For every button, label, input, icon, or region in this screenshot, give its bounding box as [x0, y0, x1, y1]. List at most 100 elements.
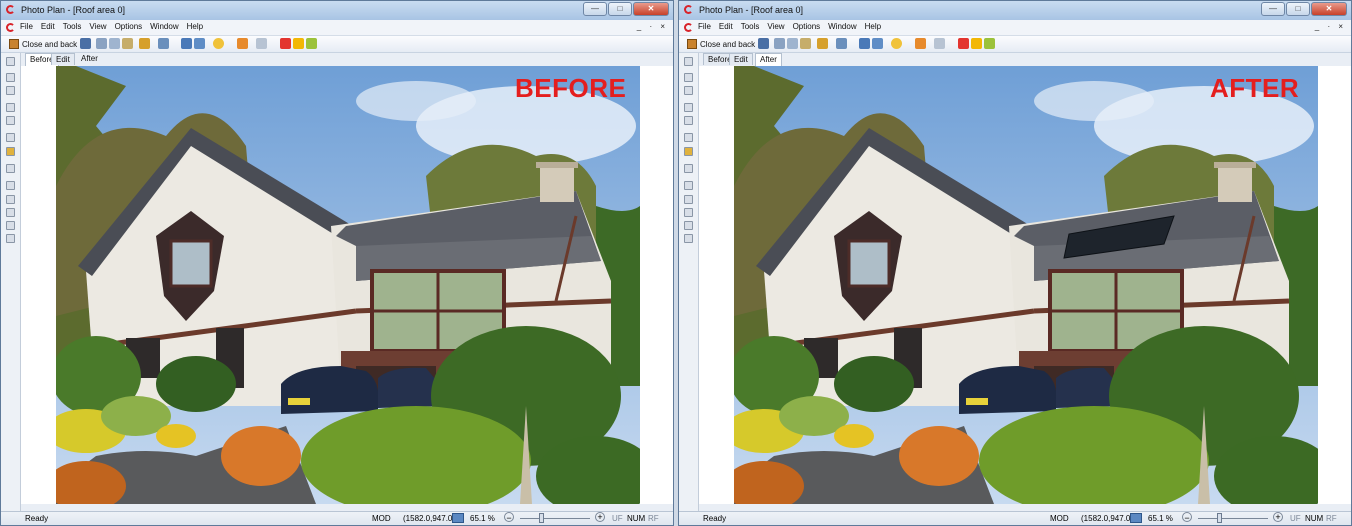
tool-icon-3[interactable]	[684, 86, 693, 95]
tab-edit[interactable]: Edit	[51, 53, 75, 65]
close-and-back-button[interactable]: Close and back	[9, 37, 77, 51]
tool-icon-2[interactable]	[6, 73, 15, 82]
bulb-icon[interactable]	[891, 38, 902, 49]
tool-icon-5[interactable]	[684, 116, 693, 125]
measure-icon[interactable]	[915, 38, 926, 49]
title-bar[interactable]: Photo Plan - [Roof area 0] — □ ✕	[679, 1, 1351, 21]
menu-options[interactable]: Options	[115, 22, 143, 31]
zoom-slider-track[interactable]	[1198, 518, 1268, 519]
maximize-button[interactable]: □	[608, 2, 632, 16]
lock-tool-icon[interactable]	[6, 147, 15, 156]
grid-icon[interactable]	[256, 38, 267, 49]
close-and-back-button[interactable]: Close and back	[687, 37, 755, 51]
fit-zoom-icon[interactable]	[1130, 513, 1142, 523]
tool-icon-4[interactable]	[6, 103, 15, 112]
cut-icon[interactable]	[774, 38, 785, 49]
tool-icon-12[interactable]	[6, 221, 15, 230]
tool-icon-11[interactable]	[684, 208, 693, 217]
star-green-icon[interactable]	[984, 38, 995, 49]
menu-help[interactable]: Help	[187, 22, 203, 31]
menu-tools[interactable]: Tools	[63, 22, 82, 31]
menu-view[interactable]: View	[89, 22, 106, 31]
minimize-button[interactable]: —	[1261, 2, 1285, 16]
tool-icon-12[interactable]	[684, 221, 693, 230]
tool-icon-9[interactable]	[684, 181, 693, 190]
tool-icon-9[interactable]	[6, 181, 15, 190]
menu-help[interactable]: Help	[865, 22, 881, 31]
redo-icon[interactable]	[836, 38, 847, 49]
paste-icon[interactable]	[122, 38, 133, 49]
close-and-back-label: Close and back	[22, 39, 78, 49]
fit-zoom-icon[interactable]	[452, 513, 464, 523]
tool-icon-3[interactable]	[6, 86, 15, 95]
zoom-slider-track[interactable]	[520, 518, 590, 519]
mdi-controls[interactable]: _ · ×	[1315, 22, 1346, 31]
minimize-button[interactable]: —	[583, 2, 607, 16]
menu-options[interactable]: Options	[793, 22, 821, 31]
close-button[interactable]: ✕	[633, 2, 669, 16]
zoom-slider-thumb[interactable]	[1217, 513, 1222, 523]
tool-icon-13[interactable]	[684, 234, 693, 243]
menu-view[interactable]: View	[767, 22, 784, 31]
tool-icon-13[interactable]	[6, 234, 15, 243]
pointer-tool-icon[interactable]	[6, 57, 15, 66]
measure-icon[interactable]	[237, 38, 248, 49]
maximize-button[interactable]: □	[1286, 2, 1310, 16]
tool-icon-6[interactable]	[6, 133, 15, 142]
mdi-controls[interactable]: _ · ×	[637, 22, 668, 31]
star-outline-icon[interactable]	[293, 38, 304, 49]
tool-icon-11[interactable]	[6, 208, 15, 217]
tool-icon-10[interactable]	[684, 195, 693, 204]
tab-edit[interactable]: Edit	[729, 53, 753, 65]
copy-icon[interactable]	[787, 38, 798, 49]
zoom-in-button[interactable]: +	[595, 512, 605, 522]
save-icon[interactable]	[80, 38, 91, 49]
menu-edit[interactable]: Edit	[719, 22, 733, 31]
tool-icon-10[interactable]	[6, 195, 15, 204]
star-icon[interactable]	[280, 38, 291, 49]
menu-file[interactable]: File	[698, 22, 711, 31]
tool-icon-5[interactable]	[6, 116, 15, 125]
lock-tool-icon[interactable]	[684, 147, 693, 156]
menu-logo-icon[interactable]	[6, 23, 15, 32]
zoom-icon[interactable]	[872, 38, 883, 49]
cut-icon[interactable]	[96, 38, 107, 49]
save-icon[interactable]	[758, 38, 769, 49]
undo-icon[interactable]	[139, 38, 150, 49]
undo-icon[interactable]	[817, 38, 828, 49]
star-icon[interactable]	[958, 38, 969, 49]
print-icon[interactable]	[859, 38, 870, 49]
print-icon[interactable]	[181, 38, 192, 49]
status-rf: RF	[648, 514, 659, 523]
tool-icon-8[interactable]	[6, 164, 15, 173]
star-green-icon[interactable]	[306, 38, 317, 49]
star-outline-icon[interactable]	[971, 38, 982, 49]
zoom-in-button[interactable]: +	[1273, 512, 1283, 522]
tool-icon-4[interactable]	[684, 103, 693, 112]
menu-window[interactable]: Window	[828, 22, 856, 31]
tool-icon-6[interactable]	[684, 133, 693, 142]
close-button[interactable]: ✕	[1311, 2, 1347, 16]
photo-canvas[interactable]	[56, 66, 640, 504]
tool-icon-2[interactable]	[684, 73, 693, 82]
photo-canvas[interactable]	[734, 66, 1318, 504]
menu-window[interactable]: Window	[150, 22, 178, 31]
title-bar[interactable]: Photo Plan - [Roof area 0] — □ ✕	[1, 1, 673, 21]
copy-icon[interactable]	[109, 38, 120, 49]
redo-icon[interactable]	[158, 38, 169, 49]
menu-tools[interactable]: Tools	[741, 22, 760, 31]
menu-file[interactable]: File	[20, 22, 33, 31]
tab-after[interactable]: After	[77, 53, 102, 65]
tab-after[interactable]: After	[755, 53, 782, 66]
zoom-out-button[interactable]: −	[504, 512, 514, 523]
pointer-tool-icon[interactable]	[684, 57, 693, 66]
tool-icon-8[interactable]	[684, 164, 693, 173]
zoom-slider-thumb[interactable]	[539, 513, 544, 523]
paste-icon[interactable]	[800, 38, 811, 49]
menu-edit[interactable]: Edit	[41, 22, 55, 31]
zoom-out-button[interactable]: −	[1182, 512, 1192, 523]
menu-logo-icon[interactable]	[684, 23, 693, 32]
bulb-icon[interactable]	[213, 38, 224, 49]
zoom-icon[interactable]	[194, 38, 205, 49]
grid-icon[interactable]	[934, 38, 945, 49]
